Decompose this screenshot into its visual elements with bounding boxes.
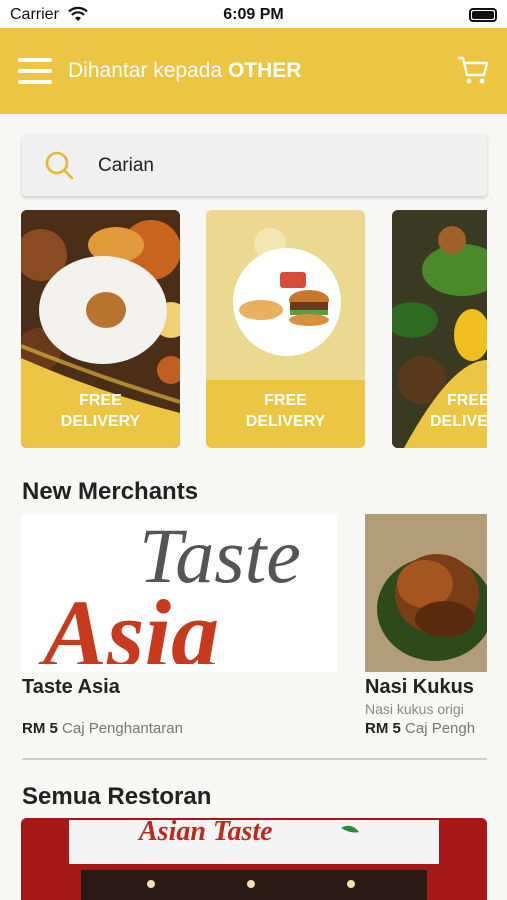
promo-card[interactable]: FREE DELIVERY [21, 210, 180, 448]
battery-icon [469, 8, 497, 22]
clock: 6:09 PM [223, 6, 284, 23]
promo-card[interactable]: FREE DELIVERY [206, 210, 365, 448]
logo-text-asia: Asia [38, 580, 219, 672]
promo-label: FREE DELIVERY [21, 390, 180, 432]
merchant-name[interactable]: Nasi Kukus [365, 676, 474, 699]
merchant-delivery-fee: RM 5 Caj Pengh [365, 720, 475, 737]
status-bar: Carrier 6:09 PM [0, 0, 507, 28]
merchant-image-taste-asia[interactable]: Taste Asia [21, 514, 337, 672]
promo-label: FREE DELIVERY [206, 390, 365, 432]
promo-label-line2: DELIVERY [60, 413, 141, 430]
promo-label-line2: DELIVE [430, 413, 487, 430]
merchant-description: Nasi kukus origi [365, 701, 464, 717]
promo-label-line1: FREE [264, 392, 307, 409]
search-icon [45, 151, 74, 180]
section-title-new-merchants: New Merchants [22, 478, 199, 505]
fee-value: RM 5 [22, 720, 58, 737]
storefront-sign-text: Asian Taste [137, 818, 273, 847]
restaurant-storefront-image: Asian Taste [21, 818, 487, 900]
divider [22, 758, 487, 760]
promo-label: FREE DELIVE [392, 390, 487, 432]
taste-asia-logo: Taste Asia [21, 514, 337, 672]
section-title-all-restaurants: Semua Restoran [22, 783, 212, 810]
app-screen: { "status_bar": { "carrier": "Carrier", … [0, 0, 507, 900]
delivery-prefix: Dihantar kepada [68, 59, 223, 82]
app-header: Dihantar kepada OTHER [0, 28, 507, 114]
merchant-image-nasi-kukus[interactable] [365, 514, 487, 672]
search-input[interactable]: Carian [98, 155, 154, 177]
restaurant-card-image[interactable]: Asian Taste [21, 818, 487, 900]
fee-label: Caj Penghantaran [62, 720, 183, 737]
search-bar[interactable]: Carian [22, 134, 487, 196]
promo-label-line1: FREE [447, 392, 487, 409]
promo-label-line2: DELIVERY [245, 413, 326, 430]
cart-icon[interactable] [457, 54, 489, 86]
promo-card[interactable]: FREE DELIVE [392, 210, 487, 448]
fee-value: RM 5 [365, 720, 401, 737]
delivery-location-value: OTHER [227, 59, 302, 82]
delivery-location[interactable]: Dihantar kepada OTHER [68, 59, 301, 83]
hamburger-menu-icon[interactable] [18, 58, 52, 84]
fee-label: Caj Pengh [405, 720, 476, 737]
chicken-image [365, 514, 487, 672]
promo-label-line1: FREE [79, 392, 122, 409]
merchant-delivery-fee: RM 5 Caj Penghantaran [22, 720, 183, 737]
merchant-name[interactable]: Taste Asia [22, 676, 120, 699]
